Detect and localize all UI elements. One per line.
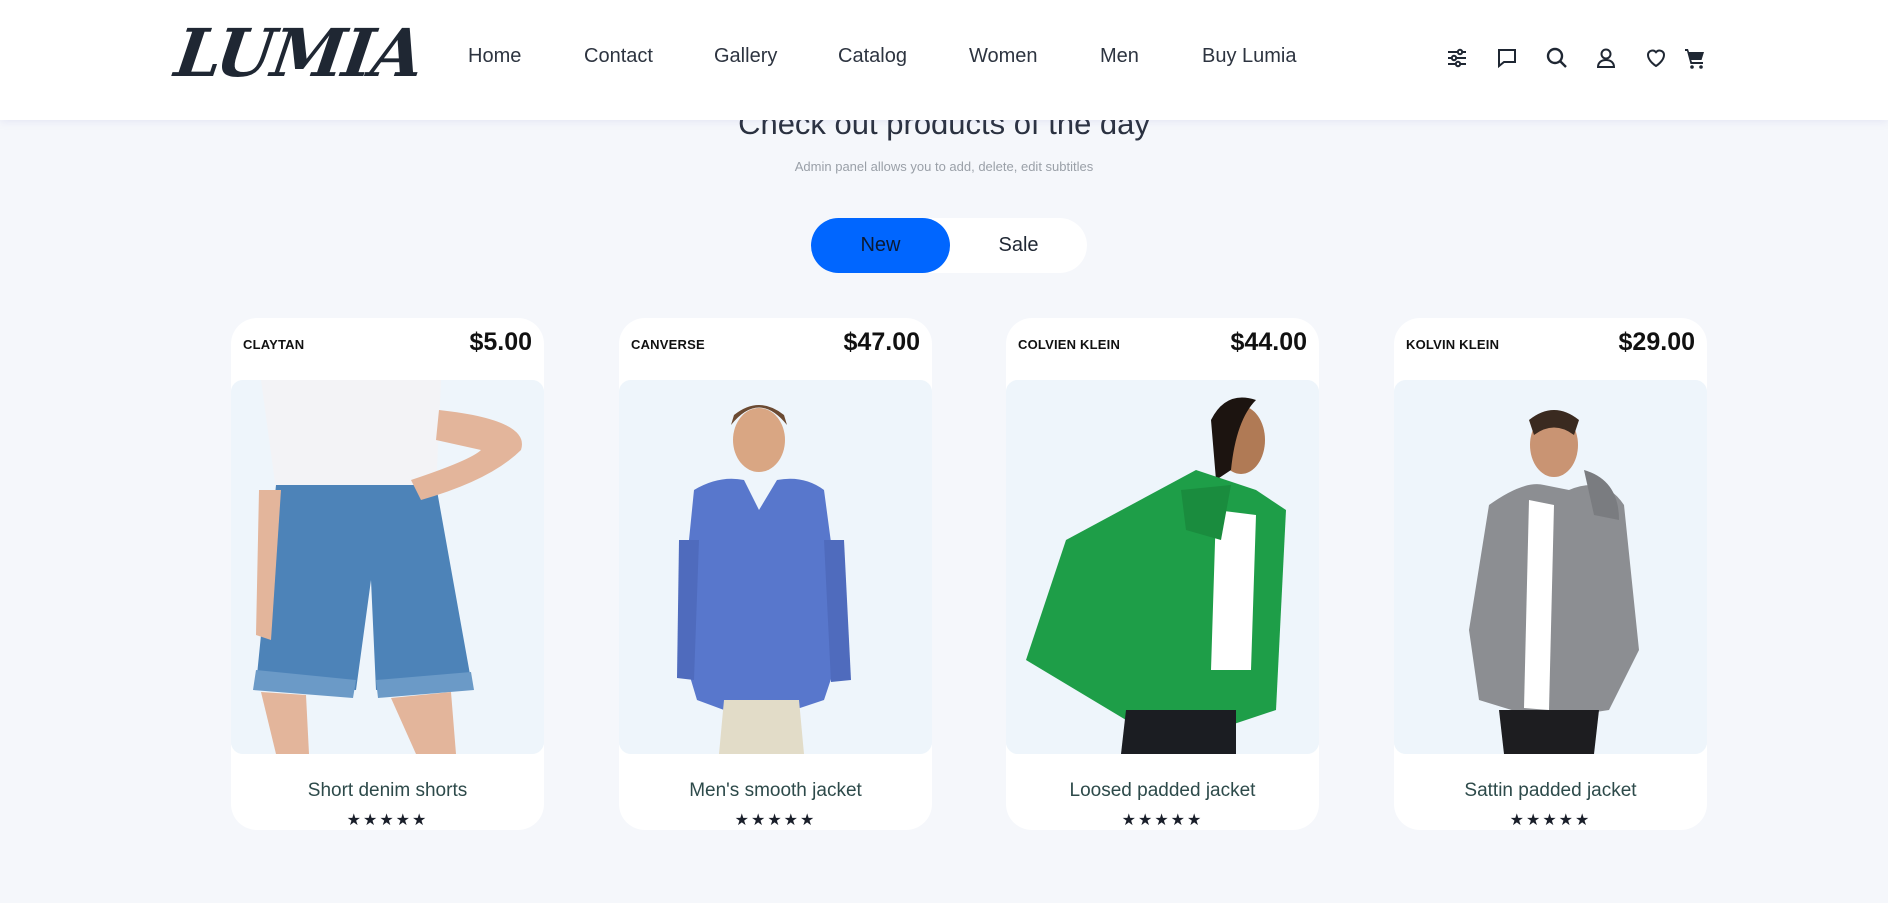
product-price: $29.00 xyxy=(1618,328,1695,356)
product-card[interactable]: KOLVIN KLEIN $29.00 Sattin padded jacket… xyxy=(1394,318,1707,830)
product-card[interactable]: CANVERSE $47.00 Men's smooth jacket ★★★★… xyxy=(619,318,932,830)
search-icon[interactable] xyxy=(1544,45,1570,71)
product-image[interactable] xyxy=(1394,380,1707,754)
site-header: LUMIA Home Contact Gallery Catalog Women… xyxy=(0,0,1888,120)
nav-women[interactable]: Women xyxy=(969,45,1038,68)
tab-sale[interactable]: Sale xyxy=(950,218,1087,273)
product-card[interactable]: CLAYTAN $5.00 Short denim shorts ★★★★★ xyxy=(231,318,544,830)
product-brand: COLVIEN KLEIN xyxy=(1018,337,1121,352)
product-card[interactable]: COLVIEN KLEIN $44.00 Loosed padded jacke… xyxy=(1006,318,1319,830)
product-name[interactable]: Loosed padded jacket xyxy=(1006,780,1319,802)
new-sale-toggle: New Sale xyxy=(811,218,1087,273)
product-name[interactable]: Short denim shorts xyxy=(231,780,544,802)
filter-sliders-icon[interactable] xyxy=(1444,45,1470,71)
product-rating-stars: ★★★★★ xyxy=(734,812,817,829)
tab-new[interactable]: New xyxy=(811,218,950,273)
product-rating-stars: ★★★★★ xyxy=(346,812,429,829)
product-image[interactable] xyxy=(619,380,932,754)
nav-catalog[interactable]: Catalog xyxy=(838,45,907,68)
nav-home[interactable]: Home xyxy=(468,45,521,68)
product-price: $47.00 xyxy=(843,328,920,356)
product-brand: KOLVIN KLEIN xyxy=(1406,337,1500,352)
product-price: $44.00 xyxy=(1230,328,1307,356)
product-brand: CLAYTAN xyxy=(243,337,305,352)
chat-icon[interactable] xyxy=(1494,45,1520,71)
product-rating-stars: ★★★★★ xyxy=(1121,812,1204,829)
product-price: $5.00 xyxy=(469,328,532,356)
product-brand: CANVERSE xyxy=(631,337,705,352)
section-subtitle: Admin panel allows you to add, delete, e… xyxy=(794,159,1094,174)
nav-gallery[interactable]: Gallery xyxy=(714,45,777,68)
nav-contact[interactable]: Contact xyxy=(584,45,653,68)
product-image[interactable] xyxy=(1006,380,1319,754)
product-name[interactable]: Sattin padded jacket xyxy=(1394,780,1707,802)
product-image[interactable] xyxy=(231,380,544,754)
user-icon[interactable] xyxy=(1593,45,1619,71)
nav-men[interactable]: Men xyxy=(1100,45,1139,68)
nav-buy-lumia[interactable]: Buy Lumia xyxy=(1202,45,1297,68)
cart-icon[interactable] xyxy=(1682,45,1708,71)
product-rating-stars: ★★★★★ xyxy=(1509,812,1592,829)
product-name[interactable]: Men's smooth jacket xyxy=(619,780,932,802)
heart-icon[interactable] xyxy=(1643,45,1669,71)
